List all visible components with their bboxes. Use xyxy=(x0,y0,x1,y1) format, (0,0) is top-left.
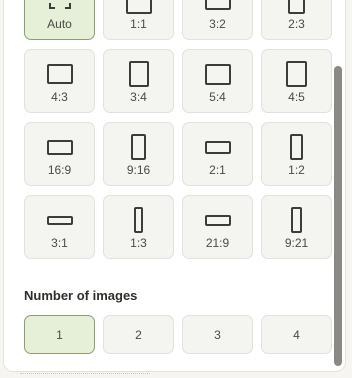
image-settings-panel: Auto 1:1 3:2 2:3 4:3 3:4 5:4 4:5 16:9 9:16 2:1 1:2 3… xyxy=(3,0,346,372)
aspect-ratio-label: 1:1 xyxy=(130,17,147,31)
ratio-shape-icon xyxy=(128,61,149,87)
aspect-ratio-label: 4:5 xyxy=(288,90,305,104)
ratio-shape-icon xyxy=(204,63,231,85)
ratio-shape-icon xyxy=(46,139,73,155)
aspect-ratio-option-auto[interactable]: Auto xyxy=(24,0,95,40)
number-of-images-heading: Number of images xyxy=(24,288,138,303)
aspect-ratio-option-4x5[interactable]: 4:5 xyxy=(261,49,332,113)
ratio-shape-icon xyxy=(134,207,143,233)
image-count-option-1[interactable]: 1 xyxy=(24,315,95,354)
image-count-option-2[interactable]: 2 xyxy=(103,315,174,354)
aspect-ratio-label: 21:9 xyxy=(205,236,230,250)
aspect-ratio-option-2x3[interactable]: 2:3 xyxy=(261,0,332,40)
aspect-ratio-label: 1:3 xyxy=(130,236,147,250)
auto-frame-icon xyxy=(48,0,71,9)
aspect-ratio-option-9x21[interactable]: 9:21 xyxy=(261,195,332,259)
ratio-shape-icon xyxy=(290,134,303,160)
ratio-shape-icon xyxy=(204,214,231,226)
ratio-shape-icon xyxy=(204,0,231,10)
aspect-ratio-label: 3:1 xyxy=(51,236,68,250)
aspect-ratio-option-1x1[interactable]: 1:1 xyxy=(103,0,174,40)
ratio-shape-icon xyxy=(46,64,73,84)
aspect-ratio-label: 3:2 xyxy=(209,17,226,31)
ratio-shape-icon xyxy=(46,215,73,225)
content-below-divider xyxy=(20,373,150,378)
aspect-ratio-grid: Auto 1:1 3:2 2:3 4:3 3:4 5:4 4:5 16:9 9:16 2:1 1:2 3… xyxy=(24,0,332,259)
aspect-ratio-label: 9:16 xyxy=(126,163,151,177)
aspect-ratio-option-2x1[interactable]: 2:1 xyxy=(182,122,253,186)
ratio-shape-icon xyxy=(125,0,152,14)
aspect-ratio-label: 2:1 xyxy=(209,163,226,177)
image-count-option-3[interactable]: 3 xyxy=(182,315,253,354)
aspect-ratio-option-3x1[interactable]: 3:1 xyxy=(24,195,95,259)
aspect-ratio-option-1x3[interactable]: 1:3 xyxy=(103,195,174,259)
aspect-ratio-label: 9:21 xyxy=(284,236,309,250)
ratio-shape-icon xyxy=(204,140,231,154)
aspect-ratio-option-16x9[interactable]: 16:9 xyxy=(24,122,95,186)
image-count-option-4[interactable]: 4 xyxy=(261,315,332,354)
aspect-ratio-label: 2:3 xyxy=(288,17,305,31)
ratio-shape-icon xyxy=(131,134,146,160)
ratio-shape-icon xyxy=(286,61,307,87)
ratio-shape-icon xyxy=(288,0,305,14)
aspect-ratio-label: 3:4 xyxy=(130,90,147,104)
aspect-ratio-option-3x2[interactable]: 3:2 xyxy=(182,0,253,40)
aspect-ratio-label: Auto xyxy=(47,17,72,31)
aspect-ratio-option-3x4[interactable]: 3:4 xyxy=(103,49,174,113)
aspect-ratio-option-4x3[interactable]: 4:3 xyxy=(24,49,95,113)
aspect-ratio-option-21x9[interactable]: 21:9 xyxy=(182,195,253,259)
aspect-ratio-option-5x4[interactable]: 5:4 xyxy=(182,49,253,113)
aspect-ratio-option-9x16[interactable]: 9:16 xyxy=(103,122,174,186)
aspect-ratio-label: 5:4 xyxy=(209,90,226,104)
number-of-images-options: 1234 xyxy=(24,315,332,354)
ratio-shape-icon xyxy=(291,207,302,233)
aspect-ratio-option-1x2[interactable]: 1:2 xyxy=(261,122,332,186)
aspect-ratio-label: 16:9 xyxy=(47,163,72,177)
panel-scrollbar[interactable] xyxy=(334,66,342,366)
aspect-ratio-label: 1:2 xyxy=(288,163,305,177)
aspect-ratio-label: 4:3 xyxy=(51,90,68,104)
